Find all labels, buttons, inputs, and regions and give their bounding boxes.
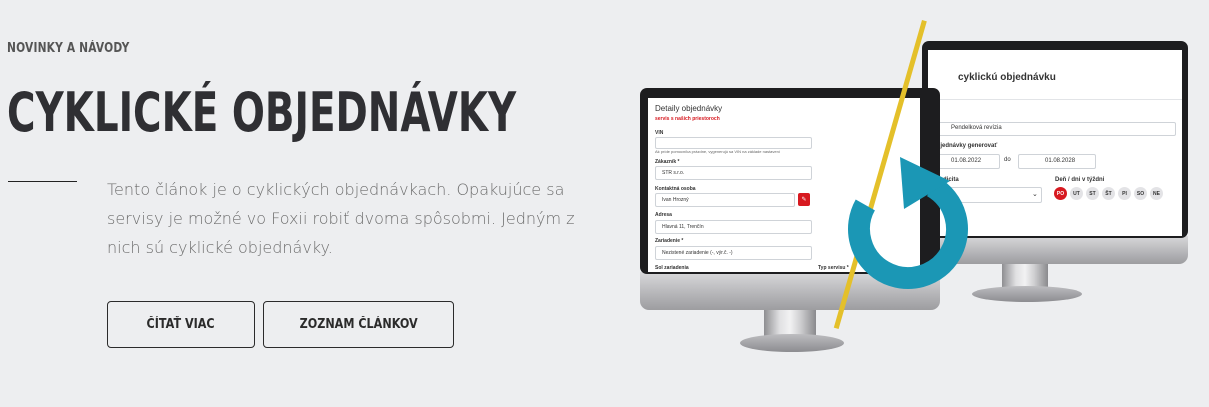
pencil-icon[interactable]: ✎ (798, 193, 810, 206)
address-select[interactable]: Hlavná 11, Trenčín (655, 220, 812, 234)
divider (8, 181, 77, 182)
right-screen-heading: cyklickú objednávku (958, 72, 1056, 83)
left-screen-heading: Detaily objednávky (655, 104, 723, 113)
article-list-button[interactable]: ZOZNAM ČLÁNKOV (263, 301, 454, 348)
vin-field[interactable] (655, 137, 812, 149)
day-stv[interactable]: ŠT (1102, 187, 1115, 200)
customer-select[interactable]: STR s.r.o. (655, 166, 812, 180)
read-more-label: ČÍTAŤ VIAC (146, 317, 216, 332)
article-list-label: ZOZNAM ČLÁNKOV (299, 317, 418, 332)
days-label: Deň / dni v týždni (1055, 177, 1105, 183)
lead-text: Tento článok je o cyklických objednávkac… (107, 180, 575, 257)
day-po[interactable]: PO (1054, 187, 1067, 200)
chevron-down-icon: ⌄ (1032, 191, 1038, 198)
device-select[interactable]: Nezistené zariadenie (-, výr.č. -) (655, 246, 812, 260)
name-field[interactable]: Pendelková revízia (928, 122, 1176, 136)
day-st[interactable]: ST (1086, 187, 1099, 200)
day-pi[interactable]: PI (1118, 187, 1131, 200)
day-ut[interactable]: UT (1070, 187, 1083, 200)
day-so[interactable]: SO (1134, 187, 1147, 200)
read-more-button[interactable]: ČÍTAŤ VIAC (107, 301, 255, 348)
day-ne[interactable]: NE (1150, 187, 1163, 200)
page-title: CYKLICKÉ OBJEDNÁVKY (7, 81, 517, 144)
contact-select[interactable]: Ivan Hrozný (655, 193, 795, 207)
generate-label: Objednávky generovať (932, 143, 998, 149)
refresh-icon (848, 157, 968, 289)
date-to-field[interactable]: 01.08.2028 (1018, 154, 1096, 169)
eyebrow: NOVINKY A NÁVODY (7, 41, 130, 56)
